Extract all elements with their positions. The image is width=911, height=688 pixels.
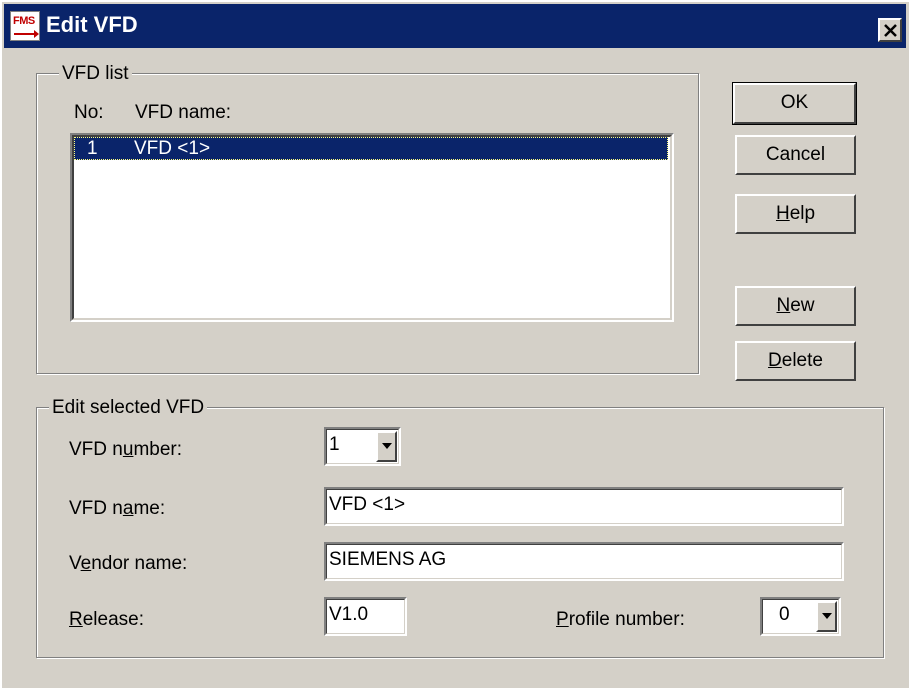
release-label: Release: [69,609,145,630]
close-button[interactable] [878,18,902,42]
vfd-listbox[interactable]: 1 VFD <1> [70,133,674,322]
delete-button[interactable]: Delete [735,341,856,381]
help-button[interactable]: Help [735,194,856,234]
close-x-icon [884,24,897,37]
vfd-number-dropdown[interactable]: 1 [324,427,401,466]
chevron-down-icon[interactable] [376,431,397,462]
list-item-name: VFD <1> [134,138,211,159]
list-item[interactable]: 1 VFD <1> [74,137,668,160]
edit-vfd-dialog: FMS Edit VFD VFD list No: VFD name: 1 VF… [0,0,909,688]
title-bar[interactable]: FMS Edit VFD [4,4,906,48]
list-item-no: 1 [87,138,98,159]
edit-group-title: Edit selected VFD [49,397,208,419]
profile-number-label: Profile number: [556,609,685,630]
vfd-name-label: VFD name: [69,498,166,519]
profile-number-dropdown[interactable]: 0 [760,597,841,636]
vfd-number-label: VFD number: [69,439,183,460]
new-button[interactable]: New [735,286,856,326]
release-field[interactable]: V1.0 [324,597,407,636]
vfd-name-field[interactable]: VFD <1> [324,487,844,526]
vendor-name-label: Vendor name: [69,553,188,574]
vendor-name-field[interactable]: SIEMENS AG [324,542,844,581]
fms-app-icon: FMS [10,11,40,41]
window-title: Edit VFD [46,12,138,37]
column-header-no: No: [74,102,104,123]
chevron-down-icon[interactable] [816,601,837,632]
column-header-vfd-name: VFD name: [135,102,232,123]
ok-button[interactable]: OK [732,82,857,125]
vfd-list-group-title: VFD list [59,63,132,85]
cancel-button[interactable]: Cancel [735,135,856,175]
